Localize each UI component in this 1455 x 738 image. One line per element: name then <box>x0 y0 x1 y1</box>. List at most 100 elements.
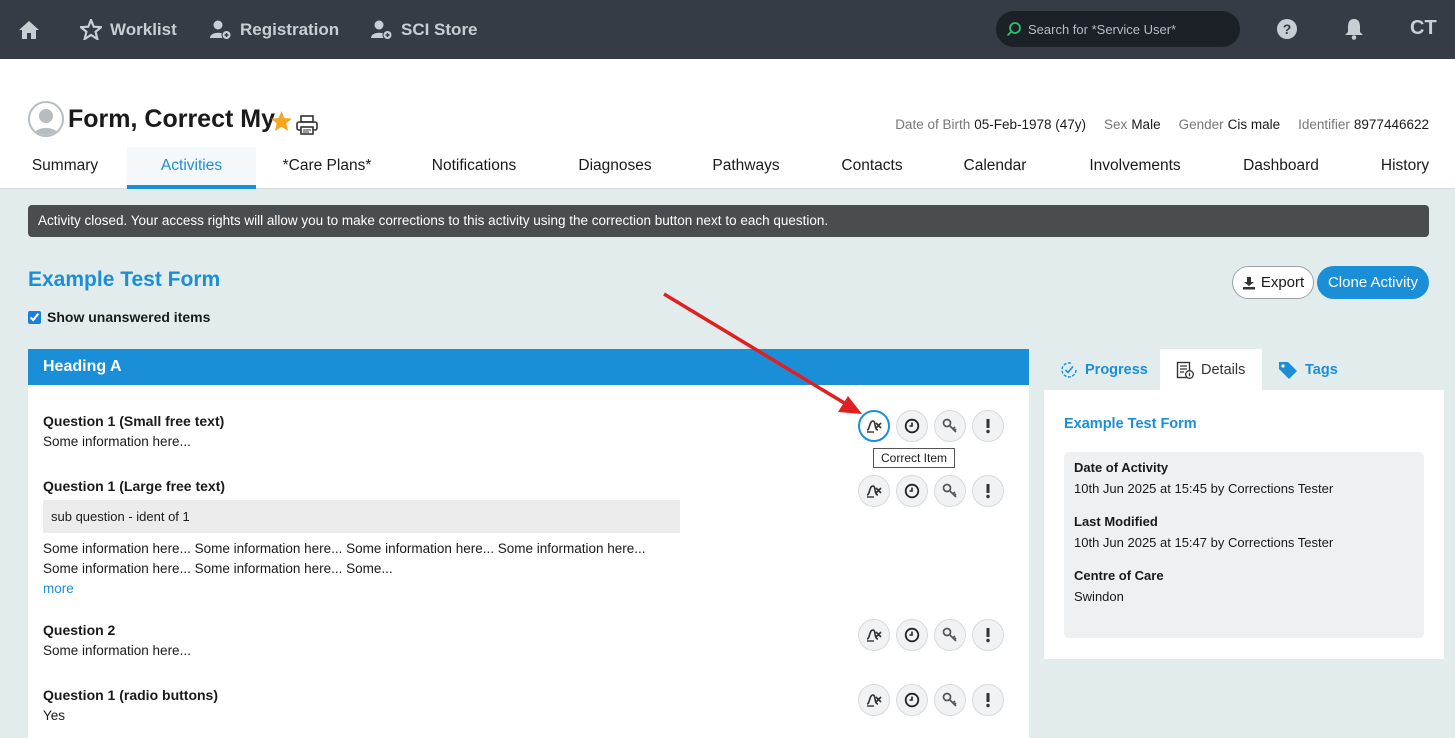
nav-registration[interactable]: Registration <box>210 0 339 59</box>
sex-value: Male <box>1131 117 1161 132</box>
favourite-star-icon[interactable] <box>270 110 293 132</box>
bell-icon[interactable] <box>1343 18 1365 40</box>
key-icon <box>942 483 957 498</box>
tag-icon <box>1279 361 1297 379</box>
key-icon <box>942 627 957 642</box>
show-unanswered-label: Show unanswered items <box>47 309 211 325</box>
exclamation-icon <box>986 419 990 434</box>
access-button[interactable] <box>934 475 966 507</box>
tab-dashboard[interactable]: Dashboard <box>1236 147 1326 189</box>
tab-involvements[interactable]: Involvements <box>1080 147 1190 189</box>
tab-summary[interactable]: Summary <box>20 147 110 189</box>
access-button[interactable] <box>934 684 966 716</box>
question-actions <box>858 410 1004 442</box>
details-panel: Example Test Form Date of Activity 10th … <box>1044 390 1444 659</box>
gender-value: Cis male <box>1227 117 1281 132</box>
key-icon <box>942 418 957 433</box>
export-button[interactable]: Export <box>1232 266 1314 299</box>
tab-contacts[interactable]: Contacts <box>832 147 912 189</box>
user-add-icon <box>371 20 393 40</box>
date-of-activity-label: Date of Activity <box>1074 460 1169 475</box>
avatar <box>28 101 64 137</box>
flag-button[interactable] <box>972 619 1004 651</box>
correct-item-button[interactable] <box>858 475 890 507</box>
nav-sci-store[interactable]: SCI Store <box>371 0 478 59</box>
details-icon <box>1176 361 1194 379</box>
key-icon <box>942 692 957 707</box>
tab-progress[interactable]: Progress <box>1044 349 1164 390</box>
tab-care-plans[interactable]: *Care Plans* <box>272 147 382 189</box>
access-button[interactable] <box>934 619 966 651</box>
last-modified-value: 10th Jun 2025 at 15:47 by Corrections Te… <box>1074 535 1334 550</box>
top-nav-bar: Worklist Registration SCI Store ? CT <box>0 0 1455 59</box>
history-button[interactable] <box>896 410 928 442</box>
show-unanswered-toggle[interactable]: Show unanswered items <box>28 309 210 325</box>
nav-worklist-label: Worklist <box>110 19 177 39</box>
question-answer: Some information here... <box>43 643 191 658</box>
show-unanswered-checkbox[interactable] <box>28 310 41 324</box>
gender-label: Gender <box>1178 117 1224 132</box>
last-modified-label: Last Modified <box>1074 514 1158 529</box>
access-button[interactable] <box>934 410 966 442</box>
question-title: Question 2 <box>43 622 116 638</box>
question-item: Question 1 (Small free text) Some inform… <box>43 413 224 452</box>
search-box <box>996 11 1240 47</box>
patient-name: Form, Correct My <box>68 105 275 133</box>
flag-button[interactable] <box>972 410 1004 442</box>
home-icon[interactable] <box>18 0 40 59</box>
history-button[interactable] <box>896 475 928 507</box>
form-panel: Heading A Question 1 (Small free text) S… <box>28 349 1029 738</box>
question-title: Question 1 (Large free text) <box>43 478 226 494</box>
flag-button[interactable] <box>972 475 1004 507</box>
help-icon[interactable]: ? <box>1276 18 1298 40</box>
question-answer: Some information here... <box>43 434 191 449</box>
exclamation-icon <box>986 693 990 708</box>
tab-calendar[interactable]: Calendar <box>955 147 1035 189</box>
correct-icon <box>866 629 882 642</box>
tab-details-label: Details <box>1201 361 1246 378</box>
clock-icon <box>904 483 920 499</box>
clock-icon <box>904 692 920 708</box>
tab-progress-label: Progress <box>1085 361 1148 378</box>
history-button[interactable] <box>896 684 928 716</box>
tab-diagnoses[interactable]: Diagnoses <box>570 147 660 189</box>
centre-of-care-value: Swindon <box>1074 589 1124 604</box>
svg-text:?: ? <box>1283 21 1292 37</box>
sub-question: sub question - ident of 1 <box>43 500 680 533</box>
star-icon <box>80 19 102 40</box>
details-form-title: Example Test Form <box>1064 416 1197 432</box>
nav-sci-store-label: SCI Store <box>401 19 478 39</box>
history-button[interactable] <box>896 619 928 651</box>
correct-item-button[interactable] <box>858 410 890 442</box>
tab-tags[interactable]: Tags <box>1262 349 1354 390</box>
correct-icon <box>866 420 882 433</box>
activity-closed-banner: Activity closed. Your access rights will… <box>28 205 1429 237</box>
tab-history[interactable]: History <box>1372 147 1438 189</box>
identifier-value: 8977446622 <box>1353 117 1429 132</box>
nav-worklist[interactable]: Worklist <box>80 0 177 59</box>
user-initials[interactable]: CT <box>1410 17 1437 40</box>
correct-icon <box>866 485 882 498</box>
search-input[interactable] <box>1028 21 1228 37</box>
printer-icon[interactable] <box>296 115 318 135</box>
question-answer: Some information here... Some informatio… <box>43 541 646 576</box>
clock-icon <box>904 627 920 643</box>
tab-details[interactable]: Details <box>1160 349 1262 390</box>
identifier-label: Identifier <box>1298 117 1350 132</box>
details-info-box: Date of Activity 10th Jun 2025 at 15:45 … <box>1064 452 1424 638</box>
tab-notifications[interactable]: Notifications <box>420 147 528 189</box>
clone-activity-button[interactable]: Clone Activity <box>1317 266 1429 299</box>
exclamation-icon <box>986 484 990 499</box>
correct-item-button[interactable] <box>858 684 890 716</box>
tab-activities[interactable]: Activities <box>127 147 256 189</box>
section-heading: Heading A <box>28 349 1029 385</box>
flag-button[interactable] <box>972 684 1004 716</box>
question-answer: Yes <box>43 708 66 723</box>
tab-pathways[interactable]: Pathways <box>702 147 790 189</box>
tab-tags-label: Tags <box>1305 361 1338 378</box>
more-link[interactable]: more <box>43 581 683 596</box>
correct-item-button[interactable] <box>858 619 890 651</box>
side-tabs: Progress Details Tags <box>1044 349 1429 390</box>
question-title: Question 1 (Small free text) <box>43 413 225 429</box>
clock-icon <box>904 418 920 434</box>
